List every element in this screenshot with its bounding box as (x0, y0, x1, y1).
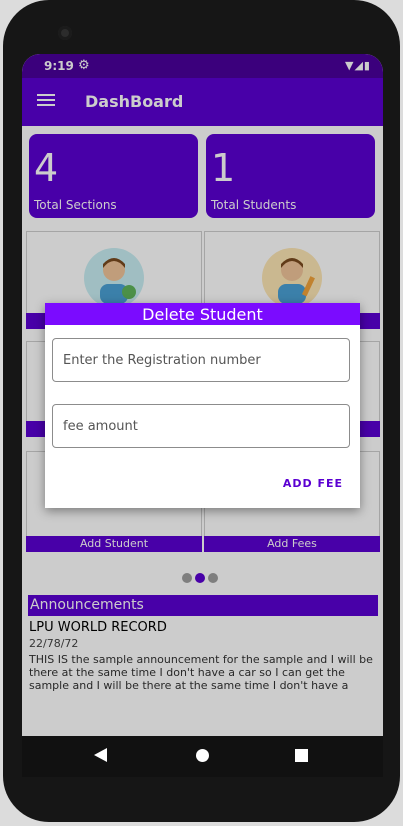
recents-icon[interactable] (295, 749, 308, 762)
system-nav-bar (22, 736, 383, 777)
screen: 9:19 ⚙ ▼◢▮ DashBoard 4 Total Sections 1 … (22, 54, 383, 736)
camera-dot (58, 26, 72, 40)
delete-student-dialog: Delete Student Enter the Registration nu… (45, 303, 360, 508)
home-icon[interactable] (196, 749, 209, 762)
add-fee-button[interactable]: ADD FEE (283, 477, 343, 490)
back-icon[interactable] (94, 748, 107, 762)
dialog-title: Delete Student (45, 303, 360, 325)
fee-amount-field[interactable]: fee amount (52, 404, 350, 448)
registration-number-field[interactable]: Enter the Registration number (52, 338, 350, 382)
